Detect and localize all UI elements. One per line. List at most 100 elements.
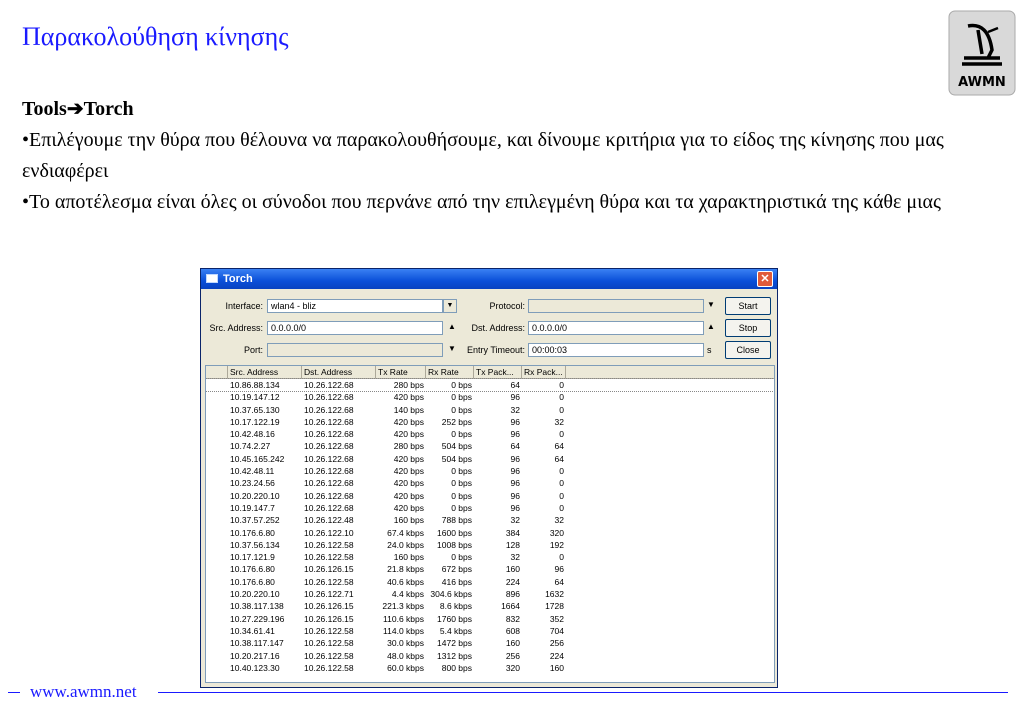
table-body: 10.86.88.134 10.26.122.68 280 bps 0 bps 64 0 1… xyxy=(206,377,774,674)
table-row[interactable]: 10.37.57.252 10.26.122.48 160 bps 788 bps 32… xyxy=(206,514,774,526)
table-row[interactable]: 10.37.65.130 10.26.122.68 140 bps 0 bps 32 0 xyxy=(206,404,774,416)
table-cell: 1312 bps xyxy=(437,650,472,661)
row-spacer xyxy=(206,453,228,465)
table-cell: 320 xyxy=(505,662,520,673)
table-row[interactable]: 10.176.6.80 10.26.122.10 67.4 kbps 1600 bps… xyxy=(206,527,774,539)
table-cell: 10.26.122.68 xyxy=(304,478,354,489)
table-cell: 672 bps xyxy=(441,564,472,575)
table-row[interactable]: 10.176.6.80 10.26.122.58 40.6 kbps 416 bps 2… xyxy=(206,576,774,588)
table-cell: 96 xyxy=(510,392,520,403)
port-input[interactable] xyxy=(267,343,443,357)
timeout-unit: s xyxy=(707,345,712,355)
awmn-logo: AWMN xyxy=(948,10,1016,96)
table-cell: 0 xyxy=(559,404,564,415)
table-row[interactable]: 10.74.2.27 10.26.122.68 280 bps 504 bps 64 64 xyxy=(206,440,774,452)
table-row[interactable]: 10.20.217.16 10.26.122.58 48.0 kbps 1312 bp… xyxy=(206,650,774,662)
table-cell: 10.176.6.80 xyxy=(230,576,275,587)
table-row[interactable]: 10.23.24.56 10.26.122.68 420 bps 0 bps 96 0 xyxy=(206,477,774,489)
slide-title: Παρακολούθηση κίνησης xyxy=(22,22,289,51)
table-cell: 788 bps xyxy=(441,515,472,526)
table-row[interactable]: 10.20.220.10 10.26.122.71 4.4 kbps 304.6 kb… xyxy=(206,588,774,600)
table-cell: 0 xyxy=(559,478,564,489)
table-row[interactable]: 10.27.229.196 10.26.126.15 110.6 kbps 1760 … xyxy=(206,613,774,625)
table-cell: 256 xyxy=(549,638,564,649)
table-cell: 420 bps xyxy=(393,453,424,464)
table-row[interactable]: 10.17.121.9 10.26.122.58 160 bps 0 bps 32 0 xyxy=(206,551,774,563)
dst-address-input[interactable]: 0.0.0.0/0 xyxy=(528,321,704,335)
start-button[interactable]: Start xyxy=(725,297,771,315)
table-row[interactable]: 10.38.117.138 10.26.126.15 221.3 kbps 8.6 k… xyxy=(206,600,774,612)
table-cell: 10.26.122.68 xyxy=(304,441,354,452)
table-cell: 4.4 kbps xyxy=(391,589,424,600)
table-cell: 10.26.122.68 xyxy=(304,490,354,501)
table-row[interactable]: 10.37.56.134 10.26.122.58 24.0 kbps 1008 bp… xyxy=(206,539,774,551)
src-address-input[interactable]: 0.0.0.0/0 xyxy=(267,321,443,335)
column-header[interactable]: Rx Rate xyxy=(426,366,474,378)
table-row[interactable]: 10.45.165.242 10.26.122.68 420 bps 504 bps 9… xyxy=(206,453,774,465)
table-cell: 10.26.122.68 xyxy=(304,416,354,427)
chevron-down-icon[interactable]: ▼ xyxy=(443,299,457,313)
table-cell: 96 xyxy=(510,478,520,489)
table-cell: 280 bps xyxy=(393,380,424,390)
table-cell: 221.3 kbps xyxy=(382,601,424,612)
table-cell: 10.17.121.9 xyxy=(230,552,275,563)
table-cell: 0 xyxy=(559,552,564,563)
table-row[interactable]: 10.38.117.147 10.26.122.58 30.0 kbps 1472 b… xyxy=(206,637,774,649)
table-row[interactable]: 10.19.147.7 10.26.122.68 420 bps 0 bps 96 0 xyxy=(206,502,774,514)
table-cell: 0 bps xyxy=(451,490,472,501)
table-row[interactable]: 10.42.48.16 10.26.122.68 420 bps 0 bps 96 0 xyxy=(206,428,774,440)
row-spacer xyxy=(206,551,228,563)
chevron-up-icon[interactable]: ▲ xyxy=(707,322,715,331)
close-icon[interactable]: ✕ xyxy=(757,271,773,287)
table-cell: 384 xyxy=(505,527,520,538)
torch-form: Interface: wlan4 - bliz ▼ Protocol: ▼ Sr… xyxy=(201,289,777,365)
table-cell: 10.19.147.12 xyxy=(230,392,280,403)
table-cell: 416 bps xyxy=(441,576,472,587)
table-cell: 10.45.165.242 xyxy=(230,453,285,464)
row-spacer xyxy=(206,539,228,551)
table-cell: 10.26.122.68 xyxy=(304,404,354,415)
column-header[interactable]: Rx Pack... xyxy=(522,366,566,378)
interface-select[interactable]: wlan4 - bliz xyxy=(267,299,443,313)
table-cell: 420 bps xyxy=(393,478,424,489)
table-row[interactable]: 10.20.220.10 10.26.122.68 420 bps 0 bps 96 0 xyxy=(206,490,774,502)
column-header[interactable]: Src. Address xyxy=(228,366,302,378)
svg-text:AWMN: AWMN xyxy=(958,75,1006,90)
port-label: Port: xyxy=(243,345,263,355)
table-cell: 0 bps xyxy=(451,552,472,563)
column-header[interactable]: Dst. Address xyxy=(302,366,376,378)
chevron-up-icon[interactable]: ▲ xyxy=(448,322,456,331)
table-cell: 0 xyxy=(559,380,564,390)
chevron-down-icon[interactable]: ▼ xyxy=(707,300,715,309)
table-row[interactable]: 10.17.122.19 10.26.122.68 420 bps 252 bps 96… xyxy=(206,416,774,428)
table-cell: 10.26.122.58 xyxy=(304,638,354,649)
table-row[interactable]: 10.86.88.134 10.26.122.68 280 bps 0 bps 64 0 xyxy=(206,377,774,393)
table-cell: 10.42.48.16 xyxy=(230,429,275,440)
column-header[interactable]: Tx Pack... xyxy=(474,366,522,378)
table-cell: 0 xyxy=(559,429,564,440)
table-cell: 96 xyxy=(510,416,520,427)
table-cell: 10.86.88.134 xyxy=(230,380,280,390)
footer-url[interactable]: www.awmn.net xyxy=(30,682,137,702)
table-cell: 64 xyxy=(554,576,564,587)
table-row[interactable]: 10.40.123.30 10.26.122.58 60.0 kbps 800 bps… xyxy=(206,662,774,674)
table-cell: 420 bps xyxy=(393,466,424,477)
table-row[interactable]: 10.19.147.12 10.26.122.68 420 bps 0 bps 96 0 xyxy=(206,391,774,403)
table-cell: 160 xyxy=(505,564,520,575)
table-cell: 10.37.57.252 xyxy=(230,515,280,526)
table-cell: 10.26.122.68 xyxy=(304,429,354,440)
table-row[interactable]: 10.176.6.80 10.26.126.15 21.8 kbps 672 bps 1… xyxy=(206,563,774,575)
protocol-select[interactable] xyxy=(528,299,704,313)
table-cell: 10.176.6.80 xyxy=(230,527,275,538)
window-titlebar[interactable]: Torch ✕ xyxy=(201,269,777,289)
table-row[interactable]: 10.42.48.11 10.26.122.68 420 bps 0 bps 96 0 xyxy=(206,465,774,477)
table-cell: 1008 bps xyxy=(437,539,472,550)
table-cell: 0 bps xyxy=(451,392,472,403)
table-row[interactable]: 10.34.61.41 10.26.122.58 114.0 kbps 5.4 kbp… xyxy=(206,625,774,637)
close-button[interactable]: Close xyxy=(725,341,771,359)
protocol-label: Protocol: xyxy=(489,301,525,311)
entry-timeout-input[interactable]: 00:00:03 xyxy=(528,343,704,357)
stop-button[interactable]: Stop xyxy=(725,319,771,337)
column-header[interactable]: Tx Rate xyxy=(376,366,426,378)
row-spacer xyxy=(206,625,228,637)
